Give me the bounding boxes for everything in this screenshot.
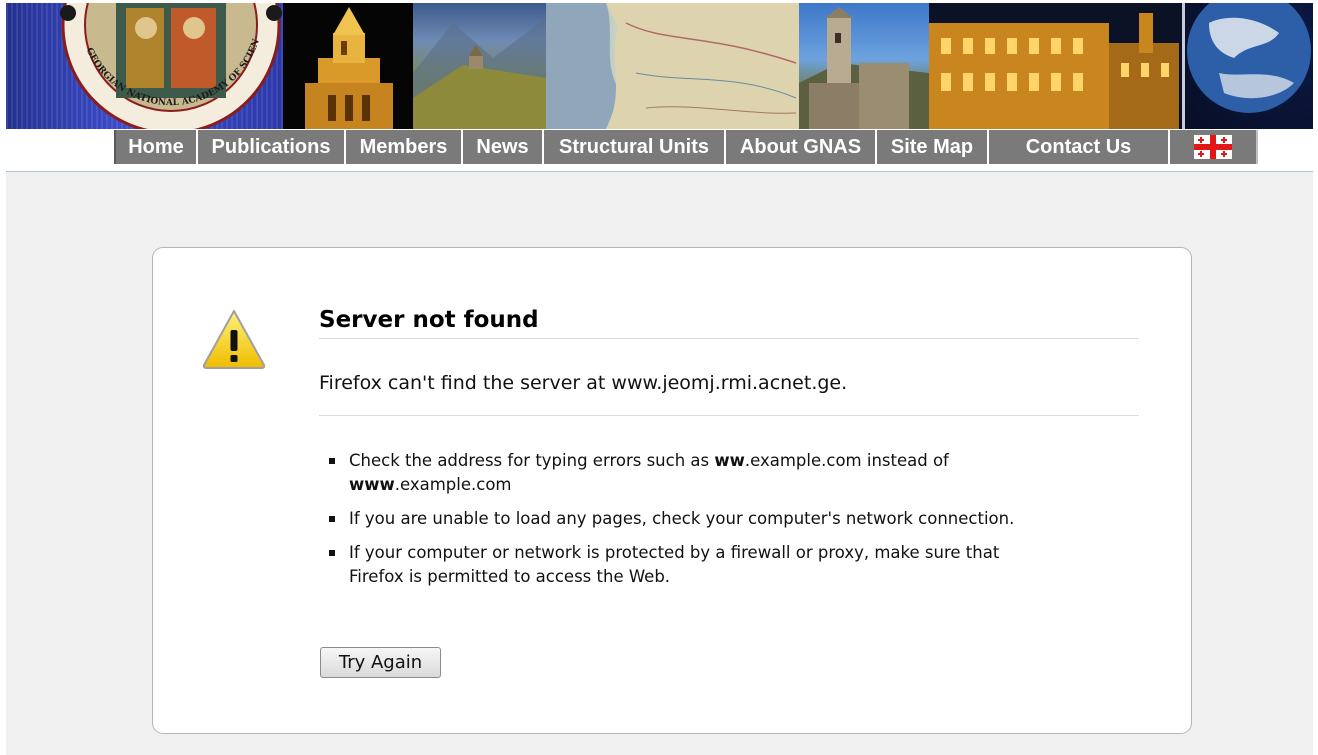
- site-banner: GEORGIAN NATIONAL ACADEMY OF SCIENCES: [6, 3, 1313, 129]
- nav-about-gnas[interactable]: About GNAS: [724, 130, 875, 164]
- nav-site-map[interactable]: Site Map: [875, 130, 987, 164]
- georgian-flag-icon: [1194, 135, 1232, 159]
- nav-news[interactable]: News: [461, 130, 542, 164]
- warning-icon: [202, 310, 266, 369]
- language-switch-button[interactable]: [1168, 130, 1258, 164]
- error-description: Firefox can't find the server at www.jeo…: [319, 372, 1139, 416]
- nav-structural-units[interactable]: Structural Units: [542, 130, 724, 164]
- nav-publications[interactable]: Publications: [196, 130, 344, 164]
- list-item: If your computer or network is protected…: [329, 541, 1049, 589]
- nav-members[interactable]: Members: [344, 130, 461, 164]
- academy-seal-logo: GEORGIAN NATIONAL ACADEMY OF SCIENCES: [6, 3, 282, 129]
- earth-globe-photo: [1179, 3, 1313, 129]
- main-navigation: Home Publications Members News Structura…: [114, 130, 1258, 164]
- list-item: Check the address for typing errors such…: [329, 449, 1049, 497]
- troubleshooting-list: Check the address for typing errors such…: [329, 449, 1049, 599]
- nav-home[interactable]: Home: [114, 130, 196, 164]
- error-title: Server not found: [319, 307, 1139, 339]
- mountain-church-photo: [413, 3, 546, 129]
- cathedral-photo: [283, 3, 413, 129]
- nav-contact-us[interactable]: Contact Us: [987, 130, 1168, 164]
- error-panel: Server not found Firefox can't find the …: [152, 247, 1192, 734]
- list-item: If you are unable to load any pages, che…: [329, 507, 1049, 531]
- illuminated-building-photo: [929, 3, 1179, 129]
- try-again-button[interactable]: Try Again: [320, 647, 441, 678]
- map-of-georgia: [546, 3, 799, 129]
- academy-seal-panel: GEORGIAN NATIONAL ACADEMY OF SCIENCES: [6, 3, 283, 129]
- svan-tower-photo: [799, 3, 929, 129]
